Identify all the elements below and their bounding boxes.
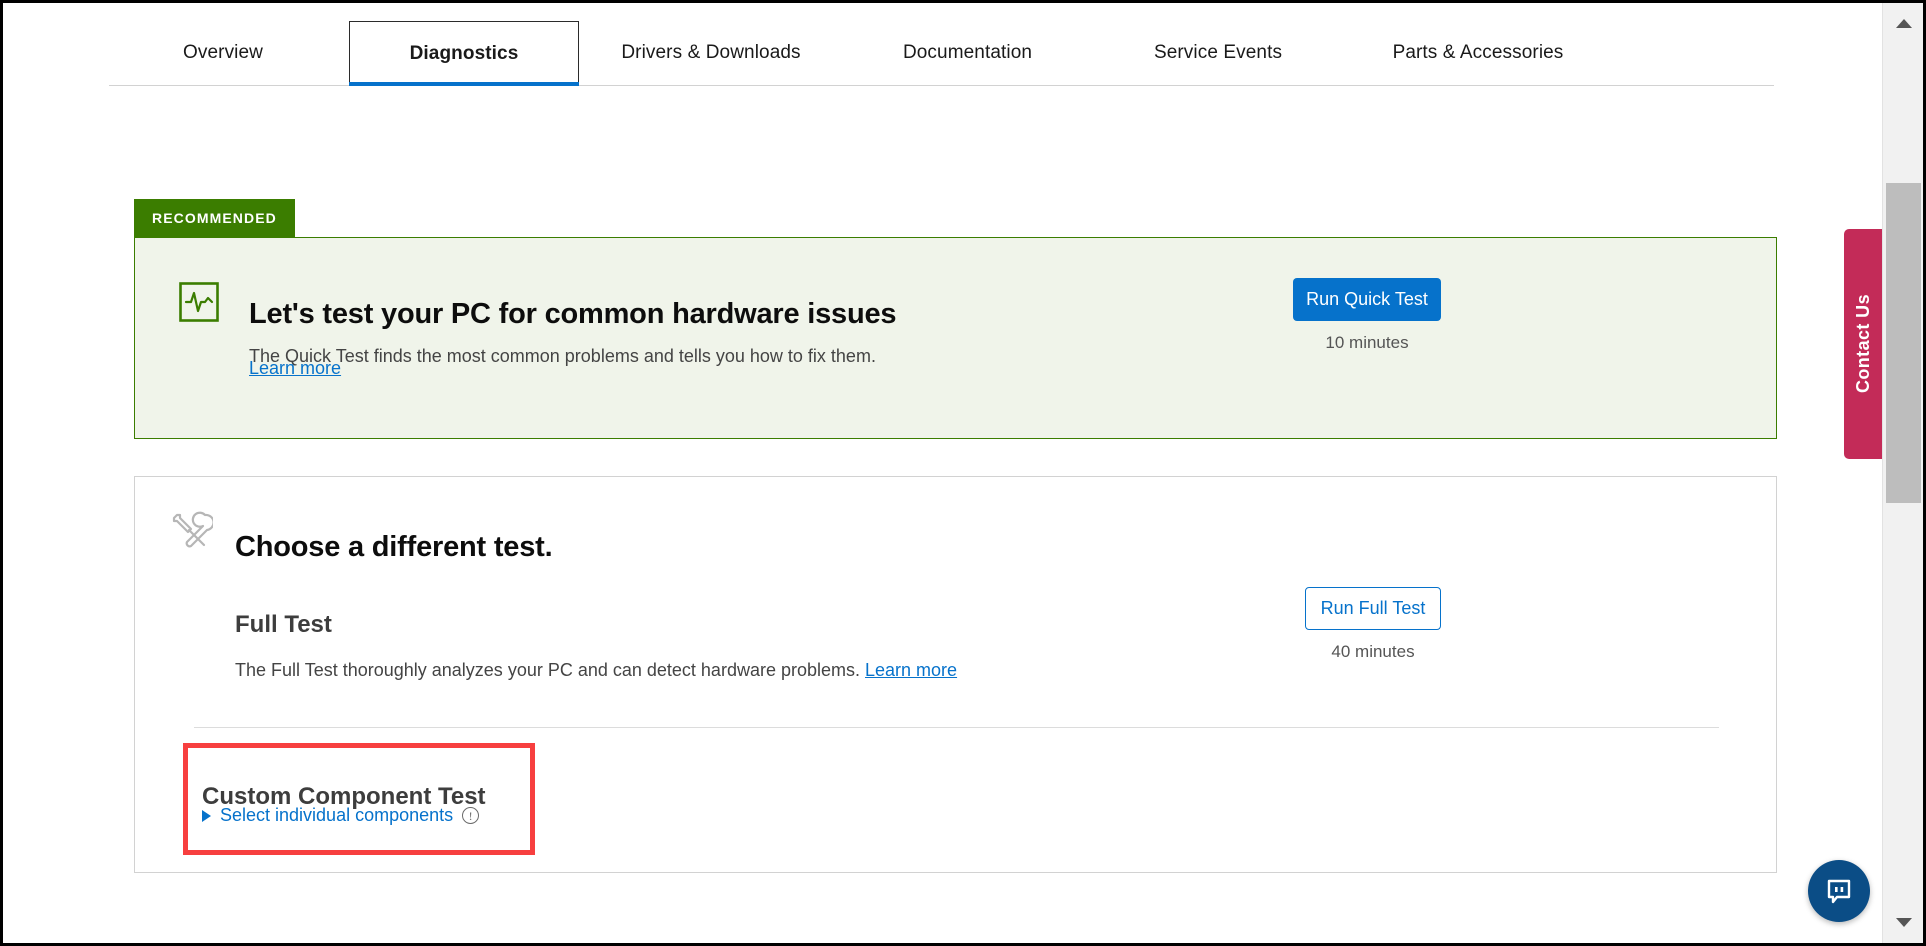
quick-test-description: The Quick Test finds the most common pro…	[249, 346, 876, 367]
full-test-description: The Full Test thoroughly analyzes your P…	[235, 660, 957, 681]
quick-test-duration: 10 minutes	[1293, 333, 1441, 353]
choose-different-test-card: Choose a different test. Full Test The F…	[134, 476, 1777, 873]
browser-page: Overview Diagnostics Drivers & Downloads…	[0, 0, 1926, 946]
full-test-title: Full Test	[235, 611, 332, 639]
contact-us-label: Contact Us	[1853, 294, 1874, 393]
select-individual-components-row[interactable]: Select individual components !	[202, 805, 479, 826]
scroll-up-arrow-icon[interactable]	[1883, 3, 1924, 44]
tab-documentation[interactable]: Documentation	[850, 21, 1085, 85]
quick-test-card: Let's test your PC for common hardware i…	[134, 237, 1777, 439]
scroll-up-triangle	[1896, 19, 1912, 28]
wrench-screwdriver-icon	[169, 507, 213, 551]
select-individual-components-link[interactable]: Select individual components	[220, 805, 453, 826]
quick-test-title: Let's test your PC for common hardware i…	[249, 298, 896, 331]
tab-drivers-downloads-label: Drivers & Downloads	[621, 42, 800, 64]
scrollbar-thumb[interactable]	[1886, 183, 1921, 503]
full-test-description-text: The Full Test thoroughly analyzes your P…	[235, 660, 860, 680]
info-circle-icon[interactable]: !	[462, 807, 479, 824]
tab-parts-accessories-label: Parts & Accessories	[1393, 42, 1564, 64]
run-full-test-button[interactable]: Run Full Test	[1305, 587, 1441, 630]
full-test-learn-more-link[interactable]: Learn more	[865, 660, 957, 680]
tab-drivers-downloads[interactable]: Drivers & Downloads	[592, 21, 830, 85]
page-viewport: Overview Diagnostics Drivers & Downloads…	[3, 3, 1882, 943]
tab-documentation-label: Documentation	[903, 42, 1032, 64]
tab-service-events-label: Service Events	[1154, 42, 1282, 64]
section-divider	[194, 727, 1719, 728]
chat-bubble-icon[interactable]	[1808, 860, 1870, 922]
choose-different-test-title: Choose a different test.	[235, 531, 552, 564]
tab-diagnostics-label: Diagnostics	[410, 43, 519, 65]
product-support-tabs: Overview Diagnostics Drivers & Downloads…	[109, 21, 1774, 86]
tab-service-events[interactable]: Service Events	[1105, 21, 1331, 85]
caret-right-icon	[202, 810, 211, 822]
quick-test-learn-more-link[interactable]: Learn more	[249, 358, 341, 379]
tab-diagnostics[interactable]: Diagnostics	[349, 21, 579, 85]
custom-component-test-highlight: Custom Component Test Select individual …	[183, 743, 535, 855]
scroll-down-arrow-icon[interactable]	[1883, 902, 1924, 943]
recommended-ribbon: RECOMMENDED	[134, 199, 295, 237]
tab-parts-accessories[interactable]: Parts & Accessories	[1353, 21, 1603, 85]
contact-us-tab[interactable]: Contact Us	[1844, 229, 1882, 459]
vertical-scrollbar[interactable]	[1882, 3, 1923, 943]
full-test-duration: 40 minutes	[1305, 642, 1441, 662]
run-quick-test-button[interactable]: Run Quick Test	[1293, 278, 1441, 321]
tab-overview[interactable]: Overview	[109, 21, 337, 85]
recommended-ribbon-label: RECOMMENDED	[152, 210, 277, 226]
tab-overview-label: Overview	[183, 42, 263, 64]
pulse-monitor-icon	[178, 281, 220, 323]
scroll-down-triangle	[1896, 918, 1912, 927]
